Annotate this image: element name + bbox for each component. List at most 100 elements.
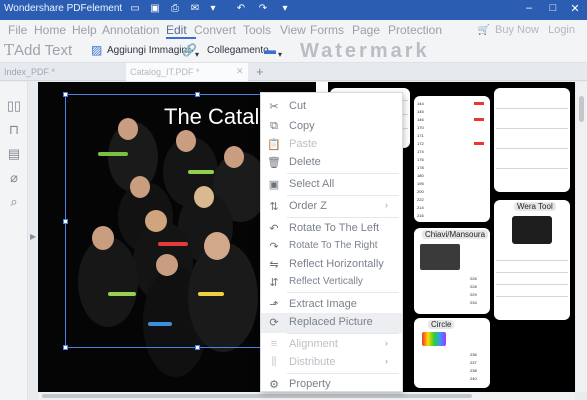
menu-item-replaced-picture[interactable]: ⟳ Replaced Picture bbox=[261, 313, 402, 333]
restore-button[interactable]: □ bbox=[546, 2, 560, 14]
add-text-label: Add Text bbox=[14, 42, 73, 59]
menu-separator bbox=[287, 333, 399, 334]
resize-handle[interactable] bbox=[195, 92, 200, 97]
link-button[interactable]: Collegamento bbox=[207, 45, 269, 56]
resize-handle[interactable] bbox=[63, 219, 68, 224]
catalog-table-panel: 144 145 146 170 171 172 174 176 178 180 … bbox=[414, 96, 490, 222]
menu-item-copy[interactable]: ⧉ Copy bbox=[261, 117, 402, 137]
menu-separator bbox=[287, 217, 399, 218]
menu-file[interactable]: File bbox=[8, 23, 27, 37]
distribute-icon: ⫼ bbox=[271, 356, 277, 368]
table-divider bbox=[496, 296, 568, 297]
close-button[interactable]: ✕ bbox=[568, 2, 582, 15]
scrollbar-thumb[interactable] bbox=[579, 96, 584, 122]
minimize-button[interactable]: – bbox=[522, 2, 536, 14]
menu-item-rotate-right[interactable]: ↷ Rotate To The Right bbox=[261, 237, 402, 257]
menu-protection[interactable]: Protection bbox=[388, 23, 442, 37]
menu-item-label: Rotate To The Right bbox=[289, 240, 378, 251]
vertical-scrollbar[interactable] bbox=[576, 82, 587, 392]
dropdown-icon[interactable]: ▾ bbox=[278, 50, 282, 59]
mini-row-number: 238 bbox=[470, 368, 477, 373]
tab-label: Catalog_IT.PDF * bbox=[130, 67, 200, 77]
menu-home[interactable]: Home bbox=[34, 23, 66, 37]
tab-catalog-pdf[interactable]: Catalog_IT.PDF * bbox=[126, 63, 248, 81]
table-divider bbox=[496, 108, 568, 109]
mini-row-number: 216 bbox=[417, 213, 424, 218]
context-menu: ✂ Cut ⧉ Copy 📋 Paste 🗑 Delete ▣ Select A… bbox=[260, 92, 403, 392]
tab-index-pdf[interactable]: Index_PDF * bbox=[0, 63, 126, 81]
flip-horizontal-icon: ⇋ bbox=[269, 259, 279, 271]
mini-row-number: 178 bbox=[417, 165, 424, 170]
menu-page[interactable]: Page bbox=[352, 23, 380, 37]
rotate-right-icon: ↷ bbox=[269, 241, 279, 253]
menu-item-label: Replaced Picture bbox=[289, 316, 373, 328]
mini-row-number: 172 bbox=[417, 141, 424, 146]
image-icon[interactable]: ▨ bbox=[91, 43, 102, 57]
login-label[interactable]: Login bbox=[548, 24, 575, 36]
add-text-button[interactable]: TAdd Text bbox=[4, 41, 72, 59]
menu-edit[interactable]: Edit bbox=[166, 23, 187, 37]
select-all-icon: ▣ bbox=[268, 179, 280, 191]
redo-icon[interactable]: ↷ bbox=[256, 3, 270, 14]
mini-row-number: 170 bbox=[417, 125, 424, 130]
save-icon[interactable]: ▣ bbox=[148, 3, 162, 14]
order-icon: ⇅ bbox=[269, 201, 279, 213]
watermark-button[interactable]: Watermark bbox=[300, 40, 430, 63]
resize-handle[interactable] bbox=[195, 345, 200, 350]
thumbnails-icon[interactable]: ▯▯ bbox=[6, 98, 22, 114]
menu-view[interactable]: View bbox=[280, 23, 306, 37]
menu-item-label: Alignment bbox=[289, 338, 338, 350]
menu-tools[interactable]: Tools bbox=[243, 23, 271, 37]
resize-handle[interactable] bbox=[63, 92, 68, 97]
menu-item-cut[interactable]: ✂ Cut bbox=[261, 97, 402, 117]
menu-item-label: Delete bbox=[289, 156, 321, 168]
catalog-panel: Wera Tool bbox=[494, 200, 570, 320]
catalog-panel bbox=[494, 88, 570, 192]
mini-row-number: 180 bbox=[417, 173, 424, 178]
mini-row-number: 228 bbox=[470, 284, 477, 289]
menu-forms[interactable]: Forms bbox=[310, 23, 344, 37]
mini-row-number: 240 bbox=[470, 376, 477, 381]
menu-item-label: Select All bbox=[289, 178, 335, 190]
price-tag bbox=[474, 142, 484, 145]
watermark-icon[interactable]: ▬ bbox=[264, 43, 276, 57]
price-tag bbox=[474, 102, 484, 105]
comment-icon[interactable]: ▤ bbox=[6, 146, 22, 162]
menu-help[interactable]: Help bbox=[72, 23, 97, 37]
dropdown-icon[interactable]: ▾ bbox=[278, 3, 292, 14]
folder-icon[interactable]: ▭ bbox=[128, 3, 142, 14]
print-icon[interactable]: ⎙ bbox=[168, 3, 182, 14]
resize-handle[interactable] bbox=[63, 345, 68, 350]
menu-item-label: Copy bbox=[289, 120, 315, 132]
search-icon[interactable]: ⌕ bbox=[6, 194, 22, 210]
close-tab-icon[interactable]: ✕ bbox=[236, 66, 244, 77]
menu-item-property[interactable]: ⚙ Property bbox=[261, 375, 402, 395]
menu-convert[interactable]: Convert bbox=[194, 23, 236, 37]
menu-item-delete[interactable]: 🗑 Delete bbox=[261, 153, 402, 173]
menu-item-extract-image[interactable]: ⬏ Extract Image bbox=[261, 295, 402, 315]
undo-icon[interactable]: ↶ bbox=[234, 3, 248, 14]
menu-item-label: Distribute bbox=[289, 356, 336, 368]
scrollbar-thumb[interactable] bbox=[42, 394, 472, 398]
email-icon[interactable]: ✉ bbox=[188, 3, 202, 14]
table-divider bbox=[496, 260, 568, 261]
dropdown-icon[interactable]: ▾ bbox=[195, 50, 199, 59]
menu-item-reflect-vertically[interactable]: ⇵ Reflect Vertically bbox=[261, 273, 402, 293]
add-tab-icon[interactable]: + bbox=[256, 64, 264, 79]
mini-row-number: 229 bbox=[470, 292, 477, 297]
menu-annotation[interactable]: Annotation bbox=[102, 23, 159, 37]
menu-item-label: Reflect Horizontally bbox=[289, 258, 384, 270]
menu-item-rotate-left[interactable]: ↶ Rotate To The Left bbox=[261, 219, 402, 239]
expand-sidebar-icon[interactable]: ▶ bbox=[30, 232, 36, 241]
menu-item-order-z[interactable]: ⇅ Order Z › bbox=[261, 197, 402, 217]
mini-row-number: 174 bbox=[417, 149, 424, 154]
menu-separator bbox=[287, 373, 399, 374]
dropdown-icon[interactable]: ▾ bbox=[206, 3, 220, 14]
menu-item-reflect-horizontally[interactable]: ⇋ Reflect Horizontally bbox=[261, 255, 402, 275]
menu-item-select-all[interactable]: ▣ Select All bbox=[261, 175, 402, 195]
add-image-button[interactable]: Aggiungi Immagini bbox=[107, 45, 189, 56]
bookmark-icon[interactable]: ⊓ bbox=[6, 122, 22, 138]
attachment-icon[interactable]: ⌀ bbox=[6, 170, 22, 186]
buy-now-link[interactable]: 🛒 Buy Now Login bbox=[477, 24, 575, 36]
mini-row-number: 236 bbox=[470, 352, 477, 357]
